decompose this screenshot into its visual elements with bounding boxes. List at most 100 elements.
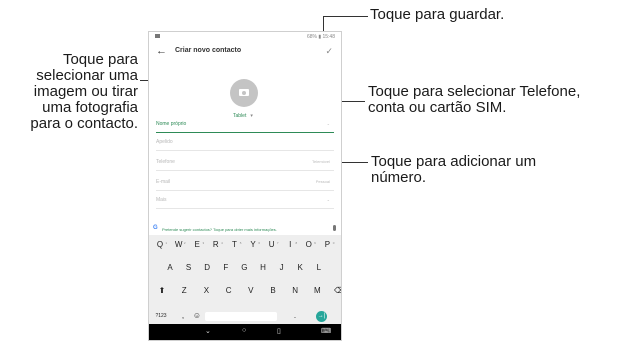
key-label: T xyxy=(231,240,237,249)
key-period[interactable]: . xyxy=(287,309,303,323)
phone-field[interactable]: Telefone Telemóvel xyxy=(156,156,334,171)
callout-account-line2: conta ou cartão SIM. xyxy=(368,99,507,116)
key[interactable]: L xyxy=(311,261,327,275)
key[interactable]: G xyxy=(236,261,252,275)
key[interactable]: B xyxy=(265,284,281,298)
key[interactable]: M xyxy=(309,284,325,298)
key-label: P xyxy=(324,240,331,249)
key-label: S xyxy=(185,263,192,272)
key-label: I xyxy=(289,240,292,249)
key[interactable]: S xyxy=(181,261,197,275)
email-type-selector[interactable]: Pessoal xyxy=(316,179,330,184)
key[interactable]: D xyxy=(199,261,215,275)
notification-icon xyxy=(155,34,160,38)
key-number-hint: 4 xyxy=(221,241,223,245)
email-field[interactable]: E-mail Pessoal xyxy=(156,176,334,191)
key-label: R xyxy=(212,240,219,249)
key[interactable]: Q1 xyxy=(152,238,168,252)
key-number-hint: 5 xyxy=(239,241,242,245)
key[interactable]: ⬆ xyxy=(154,284,170,298)
camera-icon xyxy=(239,89,249,96)
add-photo-button[interactable] xyxy=(230,79,258,107)
key-label: H xyxy=(260,263,266,272)
nav-keyboard-icon[interactable]: ⌨ xyxy=(321,327,331,335)
tablet-screen: 68% ▮ 15:48 ← Criar novo contacto ✓ Tabl… xyxy=(148,31,342,341)
key[interactable]: Y6 xyxy=(245,238,261,252)
suggestion-strip[interactable]: G Pretende sugerir contactos? Toque para… xyxy=(149,223,341,235)
google-icon: G xyxy=(153,225,158,231)
key[interactable]: N xyxy=(287,284,303,298)
page-title: Criar novo contacto xyxy=(175,47,242,54)
last-name-placeholder: Apelido xyxy=(156,139,173,145)
key-number-hint: 2 xyxy=(183,241,186,245)
key-number-hint: 1 xyxy=(165,241,167,245)
key[interactable]: A xyxy=(162,261,178,275)
key[interactable]: R4 xyxy=(208,238,224,252)
callout-image-line5: para o contacto. xyxy=(30,115,138,132)
key[interactable]: V xyxy=(243,284,259,298)
key[interactable]: X xyxy=(198,284,214,298)
enter-key[interactable]: →| xyxy=(316,311,327,322)
key-label: Y xyxy=(250,240,256,249)
callout-image-line3: imagem ou tirar xyxy=(33,83,138,100)
keyboard: G Pretende sugerir contactos? Toque para… xyxy=(149,223,341,340)
nav-recents-icon[interactable]: ▯ xyxy=(277,327,281,335)
key[interactable]: T5 xyxy=(226,238,242,252)
chevron-down-icon[interactable]: ⌄ xyxy=(327,197,330,202)
key[interactable]: O9 xyxy=(301,238,317,252)
key-symbols[interactable]: ?123 xyxy=(153,309,169,323)
navigation-bar: ⌄ ○ ▯ ⌨ xyxy=(149,324,341,340)
callout-account: Toque para selecionar Telefone, conta ou… xyxy=(368,84,580,116)
nav-back-icon[interactable]: ⌄ xyxy=(205,327,211,335)
callout-account-line1: Toque para selecionar Telefone, xyxy=(368,83,581,100)
key-label: M xyxy=(314,286,321,295)
key[interactable]: F xyxy=(218,261,234,275)
key[interactable]: K xyxy=(292,261,308,275)
key-label: K xyxy=(297,263,303,272)
key-label: V xyxy=(248,286,254,295)
key[interactable]: I8 xyxy=(282,238,298,252)
key[interactable]: J xyxy=(274,261,290,275)
microphone-icon[interactable] xyxy=(333,225,336,231)
status-indicators: 68% ▮ 15:48 xyxy=(306,34,335,40)
emoji-icon[interactable]: ☺ xyxy=(189,309,205,323)
key-label: C xyxy=(225,286,232,295)
key-label: W xyxy=(174,240,183,249)
leader-save xyxy=(323,16,368,17)
email-placeholder: E-mail xyxy=(156,179,171,185)
nav-home-icon[interactable]: ○ xyxy=(242,327,246,334)
key-label: Q xyxy=(156,240,164,249)
key-label: B xyxy=(270,286,276,295)
callout-image: Toque para selecionar uma imagem ou tira… xyxy=(0,52,138,132)
key-label: D xyxy=(204,263,211,272)
key[interactable]: H xyxy=(255,261,271,275)
key-number-hint: 0 xyxy=(332,241,335,245)
chevron-down-icon[interactable]: ⌄ xyxy=(327,121,330,126)
suggestion-text: Pretende sugerir contactos? Toque para o… xyxy=(162,227,277,232)
callout-save: Toque para guardar. xyxy=(370,6,505,23)
key[interactable]: W2 xyxy=(171,238,187,252)
callout-image-line4: uma fotografia xyxy=(42,99,138,116)
key-label: Z xyxy=(181,286,187,295)
key[interactable]: C xyxy=(221,284,237,298)
check-icon[interactable]: ✓ xyxy=(325,46,333,57)
phone-type-selector[interactable]: Telemóvel xyxy=(312,159,330,164)
callout-number-line1: Toque para adicionar um xyxy=(371,153,537,170)
phone-placeholder: Telefone xyxy=(156,159,175,165)
key-number-hint: 9 xyxy=(314,241,316,245)
key-label: O xyxy=(305,240,312,249)
status-bar: 68% ▮ 15:48 xyxy=(149,32,341,42)
first-name-field[interactable]: Nome próprio ⌄ xyxy=(156,118,334,133)
key-number-hint: 3 xyxy=(202,241,205,245)
key-label: N xyxy=(292,286,299,295)
last-name-field[interactable]: Apelido xyxy=(156,136,334,151)
more-fields[interactable]: Mais ⌄ xyxy=(156,194,334,209)
key-space[interactable] xyxy=(205,312,277,321)
key-label: E xyxy=(194,240,200,249)
key[interactable]: P0 xyxy=(319,238,335,252)
key[interactable]: U7 xyxy=(264,238,280,252)
arrow-left-icon[interactable]: ← xyxy=(156,45,167,57)
key[interactable]: Z xyxy=(176,284,192,298)
key[interactable]: E3 xyxy=(189,238,205,252)
key[interactable]: ⌫ xyxy=(332,284,341,298)
